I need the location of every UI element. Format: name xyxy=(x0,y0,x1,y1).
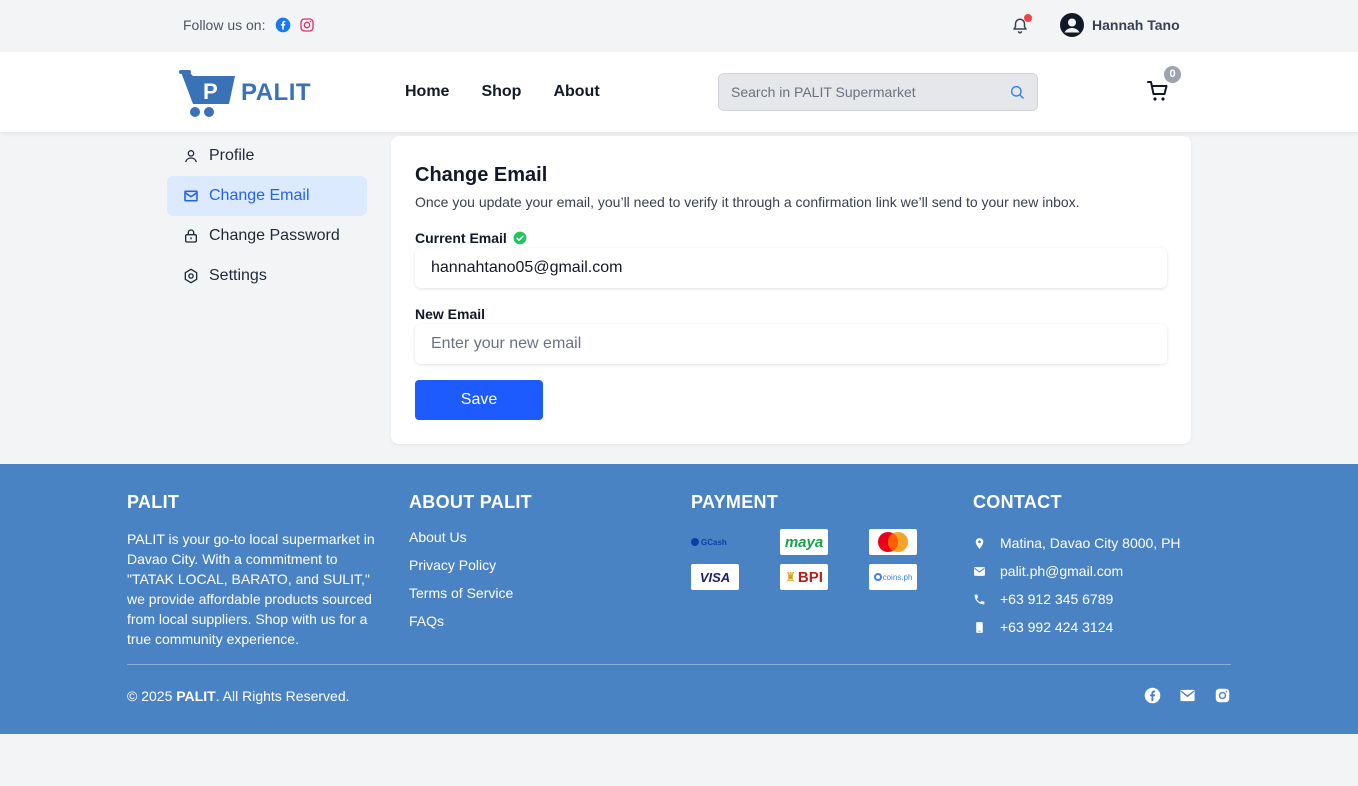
username: Hannah Tano xyxy=(1092,17,1180,33)
logo[interactable]: P PALIT xyxy=(179,68,311,118)
main-header: P PALIT Home Shop About xyxy=(0,52,1358,132)
footer-divider xyxy=(127,664,1231,665)
contact-address: Matina, Davao City 8000, PH xyxy=(973,529,1181,557)
nav-about[interactable]: About xyxy=(553,83,599,101)
notification-dot xyxy=(1024,14,1032,22)
copyright: © 2025 PALIT. All Rights Reserved. xyxy=(127,688,350,704)
page-description: Once you update your email, you’ll need … xyxy=(415,194,1080,210)
payment-methods: GCash maya VISA ♜ BPI coins.ph xyxy=(691,529,917,590)
phone-icon xyxy=(974,594,985,604)
footer-contact-heading: CONTACT xyxy=(973,492,1062,512)
coinsph-logo: coins.ph xyxy=(869,564,917,590)
mail-icon xyxy=(184,190,198,202)
facebook-icon[interactable] xyxy=(1144,687,1161,704)
footer-link-faqs[interactable]: FAQs xyxy=(409,613,532,641)
contact-phone-1: +63 912 345 6789 xyxy=(973,585,1181,613)
sidebar-item-profile[interactable]: Profile xyxy=(167,136,367,176)
mastercard-logo xyxy=(869,529,917,555)
change-email-card: Change Email Once you update your email,… xyxy=(391,136,1191,444)
current-email-field: hannahtano05@gmail.com xyxy=(415,248,1167,288)
sidebar-item-change-password[interactable]: Change Password xyxy=(167,216,367,256)
footer-about-heading: ABOUT PALIT xyxy=(409,492,532,512)
cart-icon[interactable] xyxy=(1146,79,1170,103)
save-button[interactable]: Save xyxy=(415,380,543,420)
main-nav: Home Shop About xyxy=(405,83,600,101)
location-pin-icon xyxy=(975,537,984,549)
footer-payment-heading: PAYMENT xyxy=(691,492,779,512)
footer-palit-column: PALIT PALIT is your go-to local supermar… xyxy=(127,492,377,649)
sidebar-item-label: Change Password xyxy=(209,227,340,244)
user-icon xyxy=(185,150,197,163)
cart-logo-icon: P xyxy=(179,70,235,117)
follow-label: Follow us on: xyxy=(183,17,266,33)
page-title: Change Email xyxy=(415,164,548,186)
new-email-field xyxy=(415,324,1167,364)
search-icon[interactable] xyxy=(1009,84,1025,100)
maya-logo: maya xyxy=(780,529,828,555)
mail-icon xyxy=(974,566,985,576)
footer-payment-column: PAYMENT GCash maya VISA ♜ BPI coins.ph xyxy=(691,492,917,590)
nav-shop[interactable]: Shop xyxy=(481,83,521,101)
footer-link-privacy-policy[interactable]: Privacy Policy xyxy=(409,557,532,585)
lock-icon xyxy=(185,229,197,243)
new-email-input[interactable] xyxy=(431,335,1151,353)
sidebar-item-label: Profile xyxy=(209,147,255,164)
sidebar-item-change-email[interactable]: Change Email xyxy=(167,176,367,216)
svg-text:P: P xyxy=(203,79,218,104)
footer-palit-text: PALIT is your go-to local supermarket in… xyxy=(127,531,375,647)
footer: PALIT PALIT is your go-to local supermar… xyxy=(0,464,1358,734)
footer-contact-column: CONTACT Matina, Davao City 8000, PH pali… xyxy=(973,492,1181,641)
notification-bell-icon[interactable] xyxy=(1011,14,1032,36)
search-bar xyxy=(718,73,1038,111)
instagram-icon[interactable] xyxy=(1214,687,1231,704)
mail-icon[interactable] xyxy=(1179,687,1196,704)
footer-link-terms[interactable]: Terms of Service xyxy=(409,585,532,613)
bpi-logo: ♜ BPI xyxy=(780,564,828,590)
facebook-icon[interactable] xyxy=(275,17,291,33)
contact-email: palit.ph@gmail.com xyxy=(973,557,1181,585)
current-email-value: hannahtano05@gmail.com xyxy=(431,259,623,276)
logo-text: PALIT xyxy=(241,79,312,106)
visa-logo: VISA xyxy=(691,564,739,590)
cart-count-badge: 0 xyxy=(1164,66,1181,83)
mobile-phone-icon xyxy=(976,621,983,633)
footer-link-about-us[interactable]: About Us xyxy=(409,529,532,557)
sidebar-item-label: Change Email xyxy=(209,187,310,204)
sidebar-item-settings[interactable]: Settings xyxy=(167,256,367,296)
footer-social-links xyxy=(1144,687,1231,704)
contact-phone-2: +63 992 424 3124 xyxy=(973,613,1181,641)
current-email-label-row: Current Email xyxy=(415,230,527,246)
user-menu[interactable]: Hannah Tano xyxy=(1060,13,1180,37)
footer-about-column: ABOUT PALIT About Us Privacy Policy Term… xyxy=(409,492,532,641)
settings-icon xyxy=(184,268,198,284)
new-email-label: New Email xyxy=(415,306,486,322)
top-bar: Follow us on: Hannah Tano xyxy=(0,0,1358,52)
sidebar-item-label: Settings xyxy=(209,267,267,284)
footer-palit-heading: PALIT xyxy=(127,492,180,512)
nav-home[interactable]: Home xyxy=(405,83,449,101)
instagram-icon[interactable] xyxy=(299,17,315,33)
gcash-logo: GCash xyxy=(691,529,739,555)
search-input[interactable] xyxy=(731,84,1009,100)
current-email-label: Current Email xyxy=(415,230,507,246)
account-sidebar: Profile Change Email Change Password Set… xyxy=(167,136,367,296)
avatar-icon xyxy=(1060,13,1084,37)
follow-us: Follow us on: xyxy=(183,17,315,33)
verified-check-icon xyxy=(513,231,527,245)
